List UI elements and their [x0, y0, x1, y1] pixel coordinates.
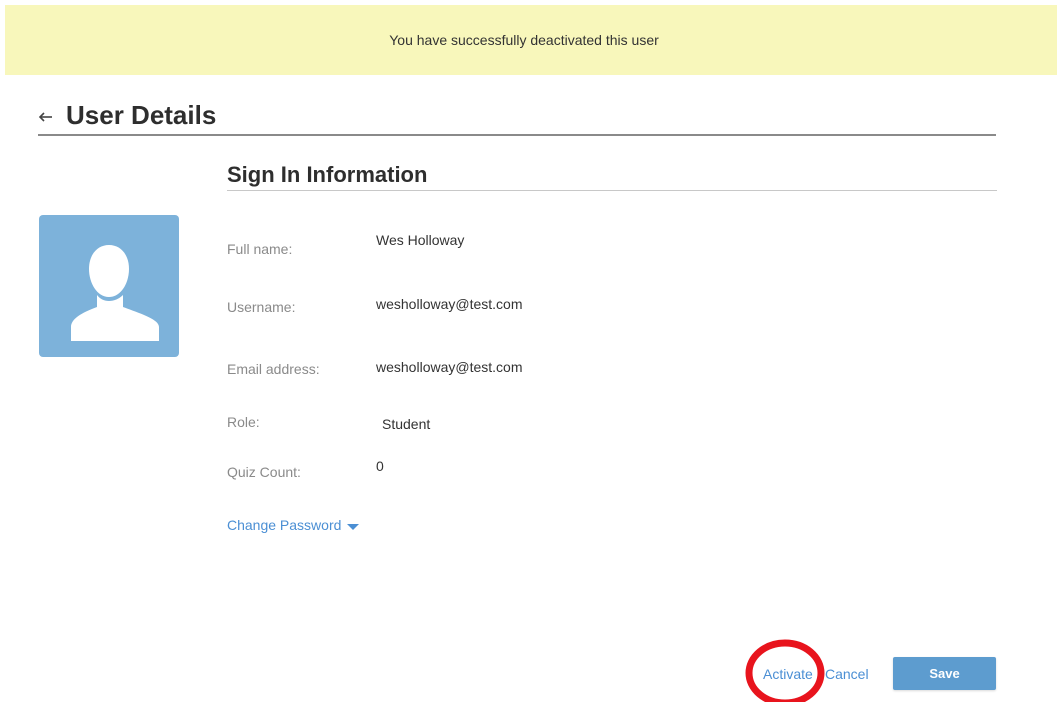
role-value: Student: [382, 416, 431, 432]
role-label: Role:: [227, 414, 260, 430]
quiz-count-label: Quiz Count:: [227, 464, 301, 480]
change-password-label: Change Password: [227, 517, 342, 533]
success-banner: You have successfully deactivated this u…: [5, 5, 1057, 75]
full-name-value: Wes Holloway: [376, 232, 465, 248]
username-label: Username:: [227, 299, 296, 315]
quiz-count-value: 0: [376, 458, 384, 474]
email-value: wesholloway@test.com: [376, 359, 523, 375]
save-button[interactable]: Save: [893, 657, 996, 690]
success-message: You have successfully deactivated this u…: [389, 32, 659, 48]
chevron-down-icon: [347, 523, 360, 530]
page-header: User Details: [38, 98, 996, 136]
page-title: User Details: [66, 100, 217, 130]
activate-link[interactable]: Activate: [763, 666, 813, 682]
back-arrow-icon[interactable]: [38, 112, 54, 122]
email-label: Email address:: [227, 361, 320, 377]
cancel-link[interactable]: Cancel: [825, 666, 869, 682]
user-silhouette-icon: [71, 245, 159, 341]
section-title: Sign In Information: [227, 162, 428, 187]
username-value: wesholloway@test.com: [376, 296, 523, 312]
change-password-link[interactable]: Change Password: [227, 517, 360, 533]
sign-in-section-header: Sign In Information: [227, 161, 997, 191]
avatar: [39, 215, 179, 357]
full-name-label: Full name:: [227, 241, 293, 257]
